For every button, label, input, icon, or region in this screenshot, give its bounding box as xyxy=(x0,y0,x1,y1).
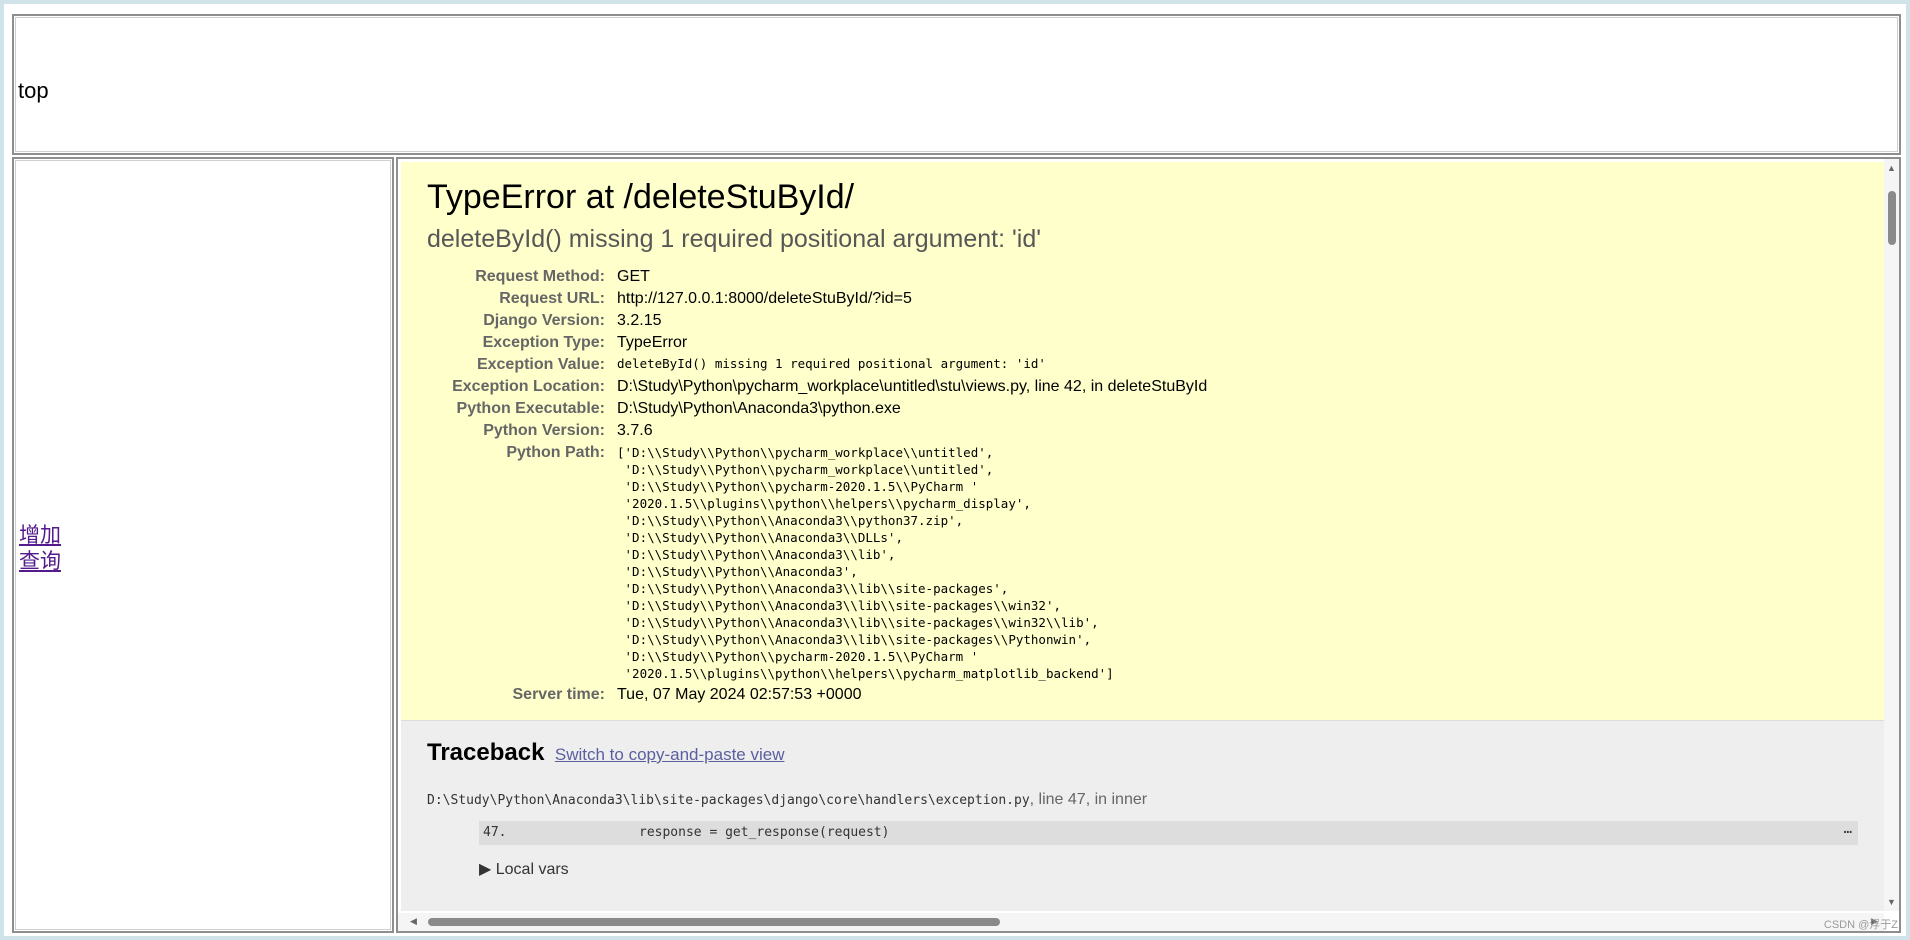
top-frame-text: top xyxy=(18,78,49,103)
meta-label: Exception Value: xyxy=(476,356,605,373)
meta-value: http://127.0.0.1:8000/deleteStuById/?id=… xyxy=(617,290,912,307)
horizontal-scroll-thumb[interactable] xyxy=(428,918,1000,926)
request-meta-table: Request Method: GET Request URL: http://… xyxy=(427,266,1207,706)
context-line-number: 47. xyxy=(483,825,507,840)
meta-label: Exception Location: xyxy=(452,378,605,395)
vertical-scrollbar[interactable]: ▲ ▼ xyxy=(1884,159,1899,911)
meta-row: Exception Type: TypeError xyxy=(427,332,1207,354)
meta-value: TypeError xyxy=(617,334,688,351)
meta-row: Exception Location: D:\Study\Python\pych… xyxy=(427,376,1207,398)
meta-value: D:\Study\Python\pycharm_workplace\untitl… xyxy=(617,378,1208,395)
error-page-viewport[interactable]: TypeError at /deleteStuById/ deleteById(… xyxy=(401,162,1884,911)
traceback-section: Traceback Switch to copy-and-paste view … xyxy=(401,721,1884,911)
traceback-frame-file: D:\Study\Python\Anaconda3\lib\site-packa… xyxy=(427,791,1858,809)
local-vars-toggle[interactable]: ▶ Local vars xyxy=(479,859,1858,879)
meta-label: Python Version: xyxy=(483,422,605,439)
traceback-header: Traceback Switch to copy-and-paste view xyxy=(427,739,1858,767)
expand-context-icon[interactable]: … xyxy=(1844,821,1852,837)
context-line[interactable]: 47. response = get_response(request) … xyxy=(479,821,1858,845)
vertical-scroll-thumb[interactable] xyxy=(1888,191,1896,245)
meta-row: Exception Value: deleteById() missing 1 … xyxy=(427,354,1207,376)
meta-row: Python Executable: D:\Study\Python\Anaco… xyxy=(427,398,1207,420)
meta-label: Exception Type: xyxy=(482,334,605,351)
meta-label: Request URL: xyxy=(499,290,605,307)
meta-label: Request Method: xyxy=(475,268,605,285)
meta-row: Python Version: 3.7.6 xyxy=(427,420,1207,442)
meta-value: 3.7.6 xyxy=(617,422,653,439)
meta-row: Request URL: http://127.0.0.1:8000/delet… xyxy=(427,288,1207,310)
left-frame: 增加 查询 xyxy=(12,157,394,933)
query-link[interactable]: 查询 xyxy=(19,549,61,575)
server-time-value: Tue, 07 May 2024 02:57:53 +0000 xyxy=(617,686,862,703)
meta-row: Request Method: GET xyxy=(427,266,1207,288)
right-frame: TypeError at /deleteStuById/ deleteById(… xyxy=(396,157,1901,933)
meta-label: Django Version: xyxy=(483,312,605,329)
top-frame: top xyxy=(12,14,1901,155)
error-title: TypeError at /deleteStuById/ xyxy=(427,178,855,216)
meta-value: deleteById() missing 1 required position… xyxy=(617,356,1046,371)
csdn-watermark: CSDN @浮于Z xyxy=(1823,919,1898,931)
add-link[interactable]: 增加 xyxy=(19,523,61,549)
meta-label: Python Executable: xyxy=(456,400,605,417)
scroll-down-arrow-icon[interactable]: ▼ xyxy=(1887,897,1896,907)
frame-file-path: D:\Study\Python\Anaconda3\lib\site-packa… xyxy=(427,793,1030,808)
context-line-code: response = get_response(request) xyxy=(639,825,890,840)
meta-row: Python Path: ['D:\\Study\\Python\\pychar… xyxy=(427,442,1207,684)
left-nav-links: 增加 查询 xyxy=(19,523,61,575)
scroll-up-arrow-icon[interactable]: ▲ xyxy=(1887,163,1896,173)
error-message: deleteById() missing 1 required position… xyxy=(427,225,1042,253)
meta-value: D:\Study\Python\Anaconda3\python.exe xyxy=(617,400,901,417)
switch-view-link[interactable]: Switch to copy-and-paste view xyxy=(555,745,785,764)
meta-row: Server time: Tue, 07 May 2024 02:57:53 +… xyxy=(427,684,1207,706)
meta-value: GET xyxy=(617,268,650,285)
traceback-heading: Traceback xyxy=(427,739,545,766)
meta-row: Django Version: 3.2.15 xyxy=(427,310,1207,332)
meta-value: 3.2.15 xyxy=(617,312,662,329)
frame-file-info: , line 47, in inner xyxy=(1029,791,1148,808)
horizontal-scrollbar[interactable]: ◀ ▶ xyxy=(398,913,1884,931)
scroll-left-arrow-icon[interactable]: ◀ xyxy=(410,916,417,927)
browser-page: top 增加 查询 TypeError at /deleteStuById/ d… xyxy=(4,4,1906,936)
meta-label: Server time: xyxy=(512,686,606,703)
python-path-value: ['D:\\Study\\Python\\pycharm_workplace\\… xyxy=(617,445,1114,681)
error-summary: TypeError at /deleteStuById/ deleteById(… xyxy=(401,162,1884,721)
meta-label: Python Path: xyxy=(506,444,605,461)
